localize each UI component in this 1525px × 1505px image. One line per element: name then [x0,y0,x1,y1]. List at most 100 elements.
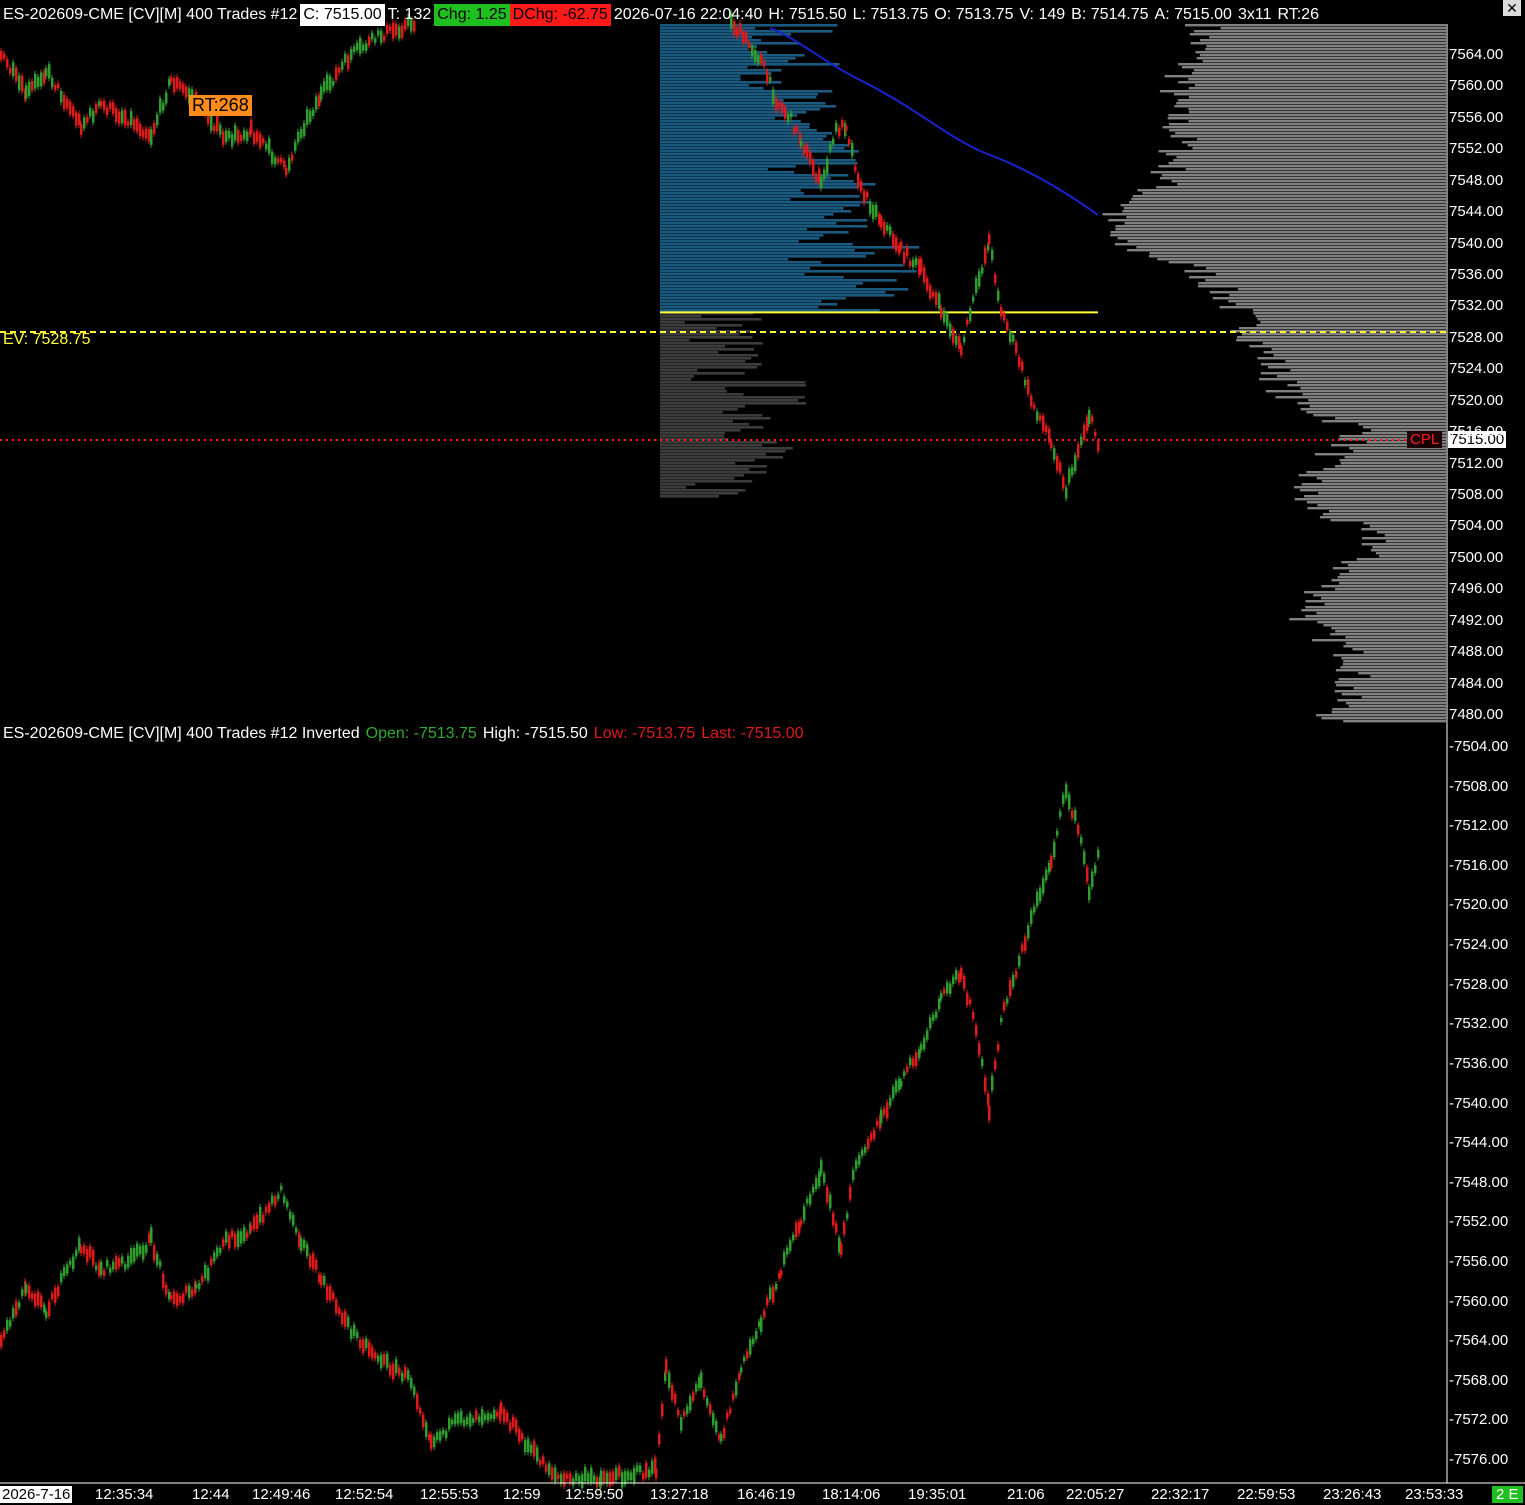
price-bar [994,1060,997,1070]
price-bar [1097,440,1100,451]
top-axis-tick: 7528.00 [1449,328,1504,346]
price-bar [900,1080,903,1087]
price-bar [130,1248,133,1264]
price-bar [332,80,335,86]
price-bar [720,1433,723,1442]
header-low: L: 7513.75 [852,6,929,23]
session-profile-row [660,66,748,69]
price-bar [895,237,898,252]
price-bar [906,246,909,256]
volume-profile-row [1372,546,1446,549]
price-bar [335,67,338,80]
session-profile-row [660,429,741,432]
session-profile-row [660,294,895,297]
volume-profile-row [1194,30,1446,33]
session-profile-row [660,465,767,468]
price-bar [371,32,374,40]
volume-profile-row [1336,684,1446,687]
price-bar [380,1354,383,1369]
volume-profile-row [1304,495,1446,498]
volume-profile-row [1322,513,1446,516]
session-profile-row [660,378,692,381]
session-profile-row [660,222,837,225]
session-profile-row [660,366,758,369]
price-bar [109,102,112,109]
price-bar [823,1173,826,1183]
volume-profile-row [1314,453,1446,456]
price-bar [790,112,793,118]
top-axis-tick: 7504.00 [1449,517,1504,535]
price-bar [451,1419,454,1425]
price-bar [496,1411,499,1417]
volume-profile-row [1347,564,1446,567]
header-rt: RT:26 [1277,6,1319,23]
price-bar [413,1386,416,1396]
price-bar [880,1109,883,1124]
price-bar [228,130,231,139]
volume-profile-row [1159,177,1446,180]
price-bar [48,1301,51,1317]
price-bar [156,114,159,126]
header-high: H: 7515.50 [768,6,847,23]
price-bar [849,1186,852,1200]
top-axis-tick: 7560.00 [1449,77,1504,95]
top-axis-tick: 7516.00 [1449,423,1504,441]
top-axis-tick: 7484.00 [1449,674,1504,692]
time-axis-tick: 22:59:53 [1237,1486,1296,1503]
volume-profile-row [1117,237,1446,240]
session-profile-row [660,363,762,366]
price-bar [854,166,857,171]
price-bar [103,100,106,111]
price-bar [846,1213,849,1219]
volume-profile-row [1192,147,1446,150]
price-bar [34,1293,37,1307]
volume-profile-row [1123,207,1446,210]
price-bar [240,134,243,141]
price-bar [787,114,790,123]
close-icon[interactable]: ✕ [1503,0,1521,16]
volume-profile-row [1371,549,1446,552]
price-bar [680,1417,683,1431]
price-bar [1006,998,1009,1004]
volume-profile-row [1321,597,1446,600]
volume-profile-row [1149,255,1446,258]
bottom-axis-tick: -7556.00 [1449,1252,1509,1270]
session-profile-row [660,183,876,186]
volume-profile-row [1237,336,1446,339]
session-profile-row [660,132,833,135]
volume-profile-row [1342,663,1446,666]
price-bar [866,192,869,198]
price-bar [829,1194,832,1209]
price-bar [883,221,886,235]
price-bar [689,1396,692,1411]
volume-profile-row [1335,588,1446,591]
session-profile-row [660,267,811,270]
volume-profile-row [1338,678,1446,681]
session-profile-row [660,420,733,423]
price-bar [889,1097,892,1106]
volume-profile-row [1263,351,1446,354]
price-bar [15,67,18,82]
price-bar [1080,436,1083,446]
price-bar [769,76,772,82]
volume-profile-row [1313,594,1446,597]
price-bar [557,1474,560,1480]
volume-profile-row [1277,375,1446,378]
volume-profile-row [1304,591,1446,594]
price-bar [222,1239,225,1247]
price-bar [25,1284,28,1294]
price-bar [362,44,365,51]
price-bar [966,992,969,1006]
price-bar [1083,425,1086,440]
price-bar [527,1438,530,1453]
top-axis-tick: 7548.00 [1449,171,1504,189]
price-bar [466,1417,469,1425]
session-profile-row [660,156,809,159]
price-bar [880,216,883,228]
volume-profile-row [1339,573,1446,576]
volume-profile-row [1340,462,1446,465]
price-bar [692,1392,695,1401]
chart-canvas[interactable] [0,0,1525,1505]
price-bar [551,1467,554,1480]
top-axis-tick: 7508.00 [1449,486,1504,503]
